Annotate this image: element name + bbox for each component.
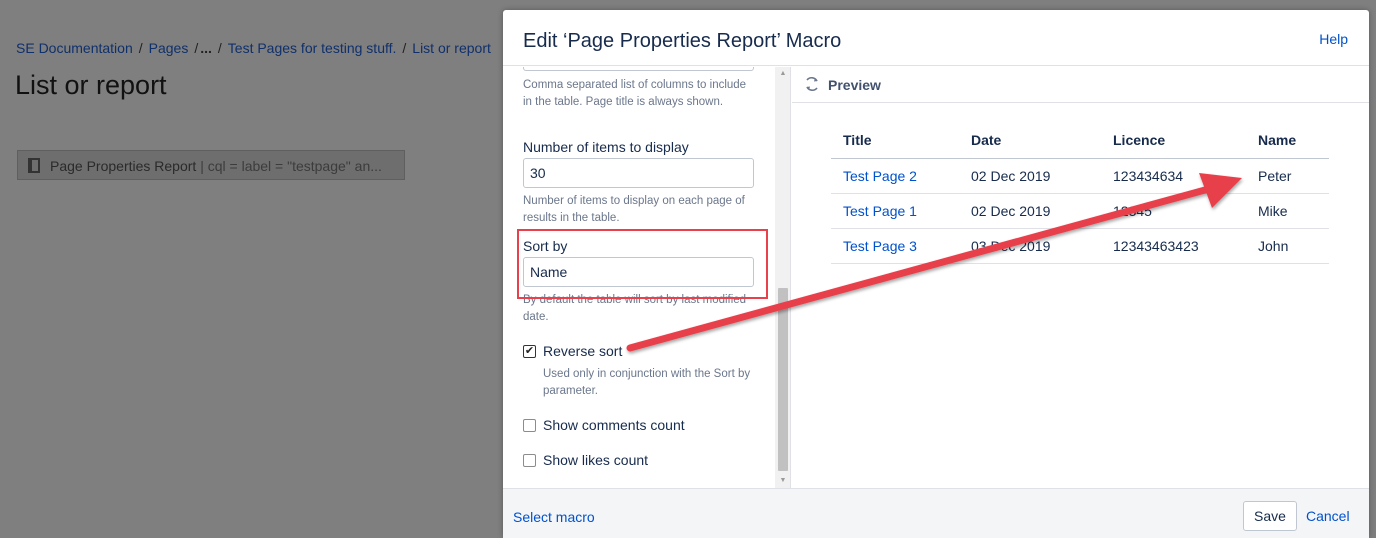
page-link[interactable]: Test Page 2 [843,168,917,184]
scrollbar-thumb[interactable] [778,288,788,471]
column-header: Title [831,123,959,159]
dialog-header: Edit ‘Page Properties Report’ Macro Help [503,10,1369,66]
macro-edit-dialog: Edit ‘Page Properties Report’ Macro Help… [503,10,1369,538]
breadcrumb-item[interactable]: SE Documentation [16,40,133,56]
macro-placeholder-name: Page Properties Report [50,158,197,174]
breadcrumb-item[interactable]: Pages [149,40,189,56]
sort-highlight-annotation [517,229,768,299]
comments-count-checkbox[interactable] [523,419,536,432]
macro-form-panel: Comma separated list of columns to inclu… [503,67,791,488]
page-link[interactable]: Test Page 1 [843,203,917,219]
refresh-icon[interactable] [804,76,820,92]
columns-input[interactable] [523,67,754,71]
preview-table: Title Date Licence Name Test Page 2 02 D… [831,123,1329,264]
licence-cell: 123434634 [1101,158,1246,194]
cancel-link[interactable]: Cancel [1306,508,1350,524]
select-macro-link[interactable]: Select macro [513,509,595,525]
comments-count-label: Show comments count [543,417,685,433]
breadcrumb-ellipsis[interactable]: ... [200,40,212,56]
name-cell: John [1246,228,1329,264]
reverse-sort-help: Used only in conjunction with the Sort b… [543,368,751,397]
column-header: Date [959,123,1101,159]
items-label: Number of items to display [523,139,689,155]
macro-placeholder-params: | cql = label = "testpage" an... [196,158,382,174]
save-button[interactable]: Save [1243,501,1297,531]
table-header-row: Title Date Licence Name [831,123,1329,159]
name-cell: Peter [1246,158,1329,194]
form-scroll-area: Comma separated list of columns to inclu… [503,67,775,488]
breadcrumb: SE Documentation / Pages /... / Test Pages fo… [16,40,491,56]
date-cell: 02 Dec 2019 [959,193,1101,229]
reverse-sort-label: Reverse sort [543,343,623,359]
breadcrumb-item[interactable]: List or report [412,40,491,56]
preview-label: Preview [828,77,881,93]
dialog-title: Edit ‘Page Properties Report’ Macro [523,30,842,52]
table-row: Test Page 3 03 Dec 2019 12343463423 John [831,228,1329,264]
column-header: Name [1246,123,1329,159]
likes-count-checkbox[interactable] [523,454,536,467]
licence-cell: 12343463423 [1101,228,1246,264]
table-row: Test Page 1 02 Dec 2019 12345 Mike [831,193,1329,229]
preview-panel: Preview Title Date Licence Name Test Pag… [792,67,1369,488]
licence-cell: 12345 [1101,193,1246,229]
columns-help: Comma separated list of columns to inclu… [523,79,747,108]
help-link[interactable]: Help [1319,31,1348,47]
date-cell: 03 Dec 2019 [959,228,1101,264]
column-header: Licence [1101,123,1246,159]
table-row: Test Page 2 02 Dec 2019 123434634 Peter [831,158,1329,194]
page-link[interactable]: Test Page 3 [843,238,917,254]
name-cell: Mike [1246,193,1329,229]
items-help: Number of items to display on each page … [523,195,745,224]
date-cell: 02 Dec 2019 [959,158,1101,194]
breadcrumb-item[interactable]: Test Pages for testing stuff. [228,40,397,56]
form-scrollbar[interactable]: ▲ ▼ [775,67,790,488]
preview-header: Preview [792,67,1369,103]
scroll-down-icon[interactable]: ▼ [775,474,790,488]
dialog-footer: Select macro Save Cancel [503,488,1369,538]
scroll-up-icon[interactable]: ▲ [775,67,790,81]
items-input[interactable]: 30 [523,158,754,188]
macro-placeholder[interactable]: Page Properties Report | cql = label = "… [17,150,405,180]
likes-count-label: Show likes count [543,452,649,468]
macro-book-icon [28,158,40,173]
reverse-sort-checkbox[interactable]: ✔ [523,345,536,358]
page-title: List or report [15,70,167,100]
